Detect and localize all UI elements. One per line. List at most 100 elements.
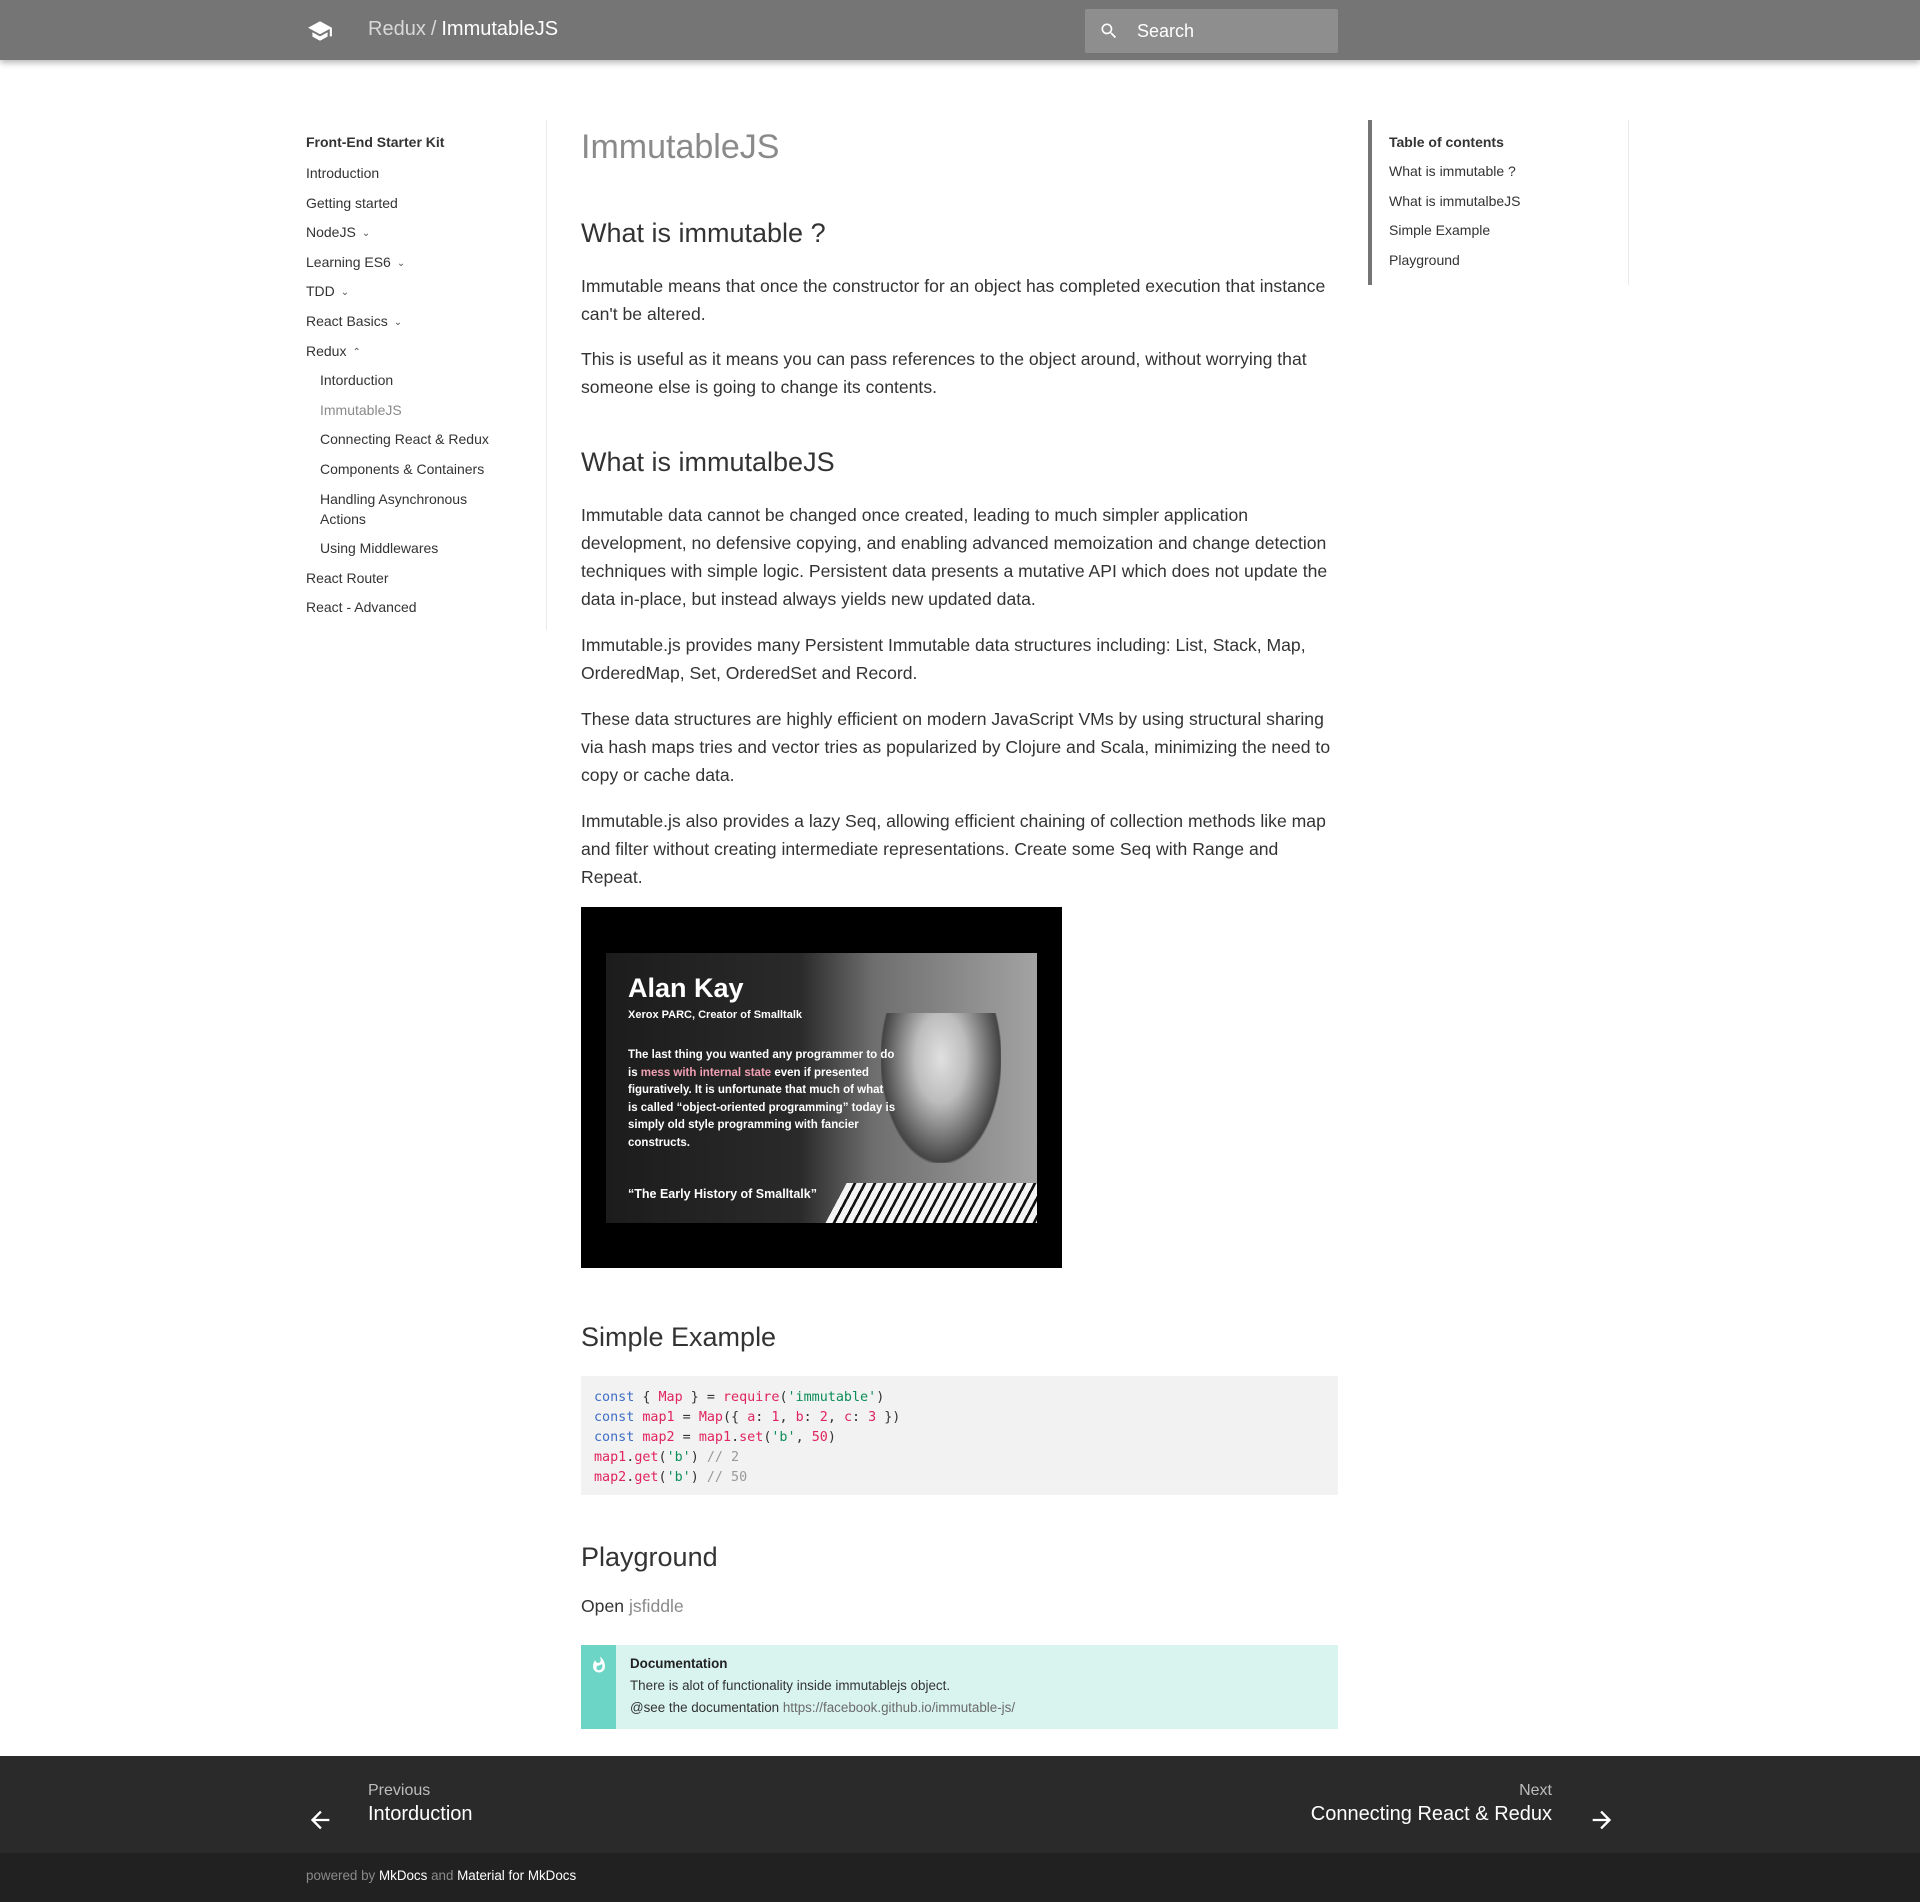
nav-item-label: Handling Asynchronous [320, 491, 468, 507]
material-link[interactable]: Material for MkDocs [457, 1868, 576, 1883]
nav-item-connecting-react-redux[interactable]: Connecting React & Redux [320, 429, 489, 449]
code-token: const [594, 1390, 635, 1405]
footer-meta [0, 1853, 1920, 1902]
nav-item-react-router[interactable]: React Router [306, 568, 388, 588]
mkdocs-link[interactable]: MkDocs [379, 1868, 427, 1883]
code-line: map1.get('b') // 2 [594, 1448, 1325, 1468]
code-token: const [594, 1430, 635, 1445]
breadcrumb: Redux / ImmutableJS [368, 18, 558, 41]
next-label: Next [1519, 1782, 1552, 1799]
code-token: ( [658, 1470, 667, 1485]
paragraph: This is useful as it means you can pass … [581, 349, 1307, 397]
nav-item-introduction[interactable]: Introduction [306, 163, 379, 183]
code-line: const { Map } = require('immutable') [594, 1388, 1325, 1408]
heading-simple-example: Simple Example [581, 1322, 777, 1352]
nav-item-learning-es6[interactable]: Learning ES6 ⌄ [306, 252, 405, 274]
heading-what-is-immutablejs: What is immutalbeJS [581, 447, 835, 477]
paragraph: Immutable means that once the constructo… [581, 276, 1326, 324]
previous-label: Previous [368, 1782, 431, 1799]
code-line: map2.get('b') // 50 [594, 1468, 1325, 1488]
code-token: , [779, 1410, 796, 1425]
heading-playground: Playground [581, 1542, 718, 1572]
alan-kay-slide: Alan Kay Xerox PARC, Creator of Smalltal… [606, 953, 1037, 1223]
code-token: ({ [723, 1410, 748, 1425]
nav-item-label: Actions [320, 511, 366, 527]
code-token: 'b' [771, 1430, 796, 1445]
nav-item-react-basics[interactable]: React Basics ⌄ [306, 311, 402, 333]
toc-item-playground[interactable]: Playground [1389, 252, 1460, 268]
arrow-right-icon[interactable] [1588, 1806, 1616, 1834]
documentation-link[interactable]: https://facebook.github.io/immutable-js/ [783, 1700, 1015, 1715]
nav-item-nodejs[interactable]: NodeJS ⌄ [306, 222, 370, 244]
breadcrumb-section: Redux [368, 18, 426, 40]
toc-item-what-is-immutablejs[interactable]: What is immutalbeJS [1389, 193, 1520, 209]
previous-page-link[interactable]: Intorduction [368, 1803, 473, 1826]
code-token: , [795, 1430, 812, 1445]
code-token: ) [827, 1430, 836, 1445]
code-token: . [731, 1430, 740, 1445]
powered-and: and [431, 1868, 454, 1883]
code-token: set [739, 1430, 764, 1445]
nav-item-intorduction[interactable]: Intorduction [320, 370, 393, 390]
nav-item-handling-async-actions[interactable]: Handling Asynchronous [320, 489, 467, 509]
code-token: map1 [698, 1430, 732, 1445]
code-token: 'immutable' [787, 1390, 877, 1405]
code-token: ) [690, 1450, 707, 1465]
nav-item-getting-started[interactable]: Getting started [306, 193, 398, 213]
toc-item-what-is-immutable[interactable]: What is immutable ? [1389, 163, 1516, 179]
nav-item-components-containers[interactable]: Components & Containers [320, 459, 484, 479]
page-title: ImmutableJS [581, 128, 780, 166]
nav-item-label: Components & Containers [320, 461, 485, 477]
code-token: ( [658, 1450, 667, 1465]
nav-item-using-middlewares[interactable]: Using Middlewares [320, 538, 438, 558]
slide-subtitle: Xerox PARC, Creator of Smalltalk [628, 1009, 803, 1021]
nav-item-handling-async-actions-cont[interactable]: Actions [320, 509, 366, 529]
nav-item-label: ImmutableJS [320, 402, 402, 418]
slide-name: Alan Kay [628, 973, 744, 1003]
slide-quote: The last thing you wanted any programmer… [628, 1047, 896, 1153]
code-token: // 2 [706, 1450, 740, 1465]
heading-what-is-immutable: What is immutable ? [581, 218, 826, 248]
search-box[interactable] [1085, 9, 1338, 53]
slide-source: “The Early History of Smalltalk” [628, 1187, 817, 1201]
code-block: const { Map } = require('immutable') cons… [581, 1376, 1338, 1495]
nav-item-label: Redux [306, 343, 347, 359]
search-icon [1101, 23, 1117, 39]
nav-title: Front-End Starter Kit [306, 134, 445, 150]
nav-item-immutablejs[interactable]: ImmutableJS [320, 400, 402, 420]
jsfiddle-link[interactable]: jsfiddle [629, 1596, 684, 1616]
portrait-photo [881, 1013, 1001, 1163]
nav-item-label: NodeJS [306, 224, 356, 240]
chevron-down-icon: ⌄ [393, 317, 403, 328]
admonition-text: There is alot of functionality inside im… [630, 1678, 951, 1693]
arrow-left-icon[interactable] [306, 1806, 334, 1834]
code-token: 'b' [666, 1450, 691, 1465]
code-token: , [827, 1410, 844, 1425]
code-token: get [634, 1470, 659, 1485]
nav-item-redux[interactable]: Redux ⌃ [306, 341, 361, 363]
paragraph: Immutable data cannot be changed once cr… [581, 505, 1328, 609]
breadcrumb-separator: / [430, 18, 437, 40]
nav-item-label: Connecting React & Redux [320, 431, 489, 447]
code-token: map1 [594, 1450, 627, 1465]
code-token: map1 [642, 1410, 675, 1425]
nav-item-label: Intorduction [320, 372, 394, 388]
nav-item-label: Learning ES6 [306, 254, 391, 270]
code-token: require [723, 1390, 780, 1405]
next-page-link[interactable]: Connecting React & Redux [1311, 1803, 1552, 1826]
code-token: : [755, 1410, 772, 1425]
nav-item-label: Introduction [306, 165, 380, 181]
admonition-title: Documentation [630, 1656, 728, 1671]
nav-item-react-advanced[interactable]: React - Advanced [306, 597, 417, 617]
search-input[interactable] [1137, 9, 1327, 53]
code-token: Map [698, 1410, 723, 1425]
nav-item-label: TDD [306, 283, 335, 299]
graduation-cap-icon[interactable] [306, 18, 334, 44]
toc-item-simple-example[interactable]: Simple Example [1389, 222, 1490, 238]
code-token: ) [876, 1390, 885, 1405]
admonition-bar [581, 1645, 616, 1729]
code-token: }) [876, 1410, 901, 1425]
code-token: get [634, 1450, 659, 1465]
nav-item-tdd[interactable]: TDD ⌄ [306, 281, 349, 303]
code-token: = [674, 1410, 699, 1425]
